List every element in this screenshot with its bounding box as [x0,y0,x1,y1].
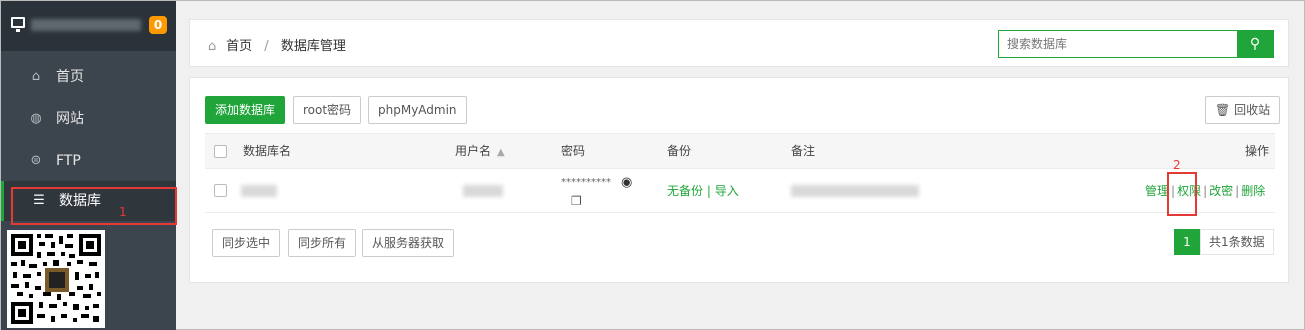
sidebar-item-label: 网站 [56,111,84,127]
row-operations: 管理 | 权限 | 改密 | 删除 [1145,184,1266,198]
page-number[interactable]: 1 [1174,229,1200,255]
sidebar-item-home[interactable]: ⌂ 首页 [1,57,176,97]
sidebar: 0 ⌂ 首页 ◍ 网站 ⊜ FTP ☰ 数据库 1 [1,1,177,330]
eye-icon[interactable]: ◉ [621,173,632,193]
copy-icon[interactable]: ❐ [571,191,582,211]
manage-link[interactable]: 管理 [1145,184,1169,198]
database-panel: 添加数据库 root密码 phpMyAdmin 🗑 回收站 数据库名 用户名 ▲ … [189,77,1289,283]
highlight-box-2 [1167,172,1197,216]
import-link[interactable]: 导入 [715,184,739,198]
sync-selected-button[interactable]: 同步选中 [212,229,281,257]
annotation-1: 1 [119,205,127,219]
search-box: ⚲ [998,30,1274,58]
notification-badge[interactable]: 0 [149,16,167,34]
sidebar-header: 0 [1,1,176,51]
select-all-checkbox[interactable] [214,145,227,158]
search-button[interactable]: ⚲ [1237,31,1273,57]
change-password-link[interactable]: 改密 [1209,184,1233,198]
annotation-2: 2 [1173,158,1181,172]
sync-all-button[interactable]: 同步所有 [288,229,357,257]
db-name-blurred[interactable] [241,185,277,197]
breadcrumb-separator: / [264,39,269,54]
separator: | [706,184,711,198]
ftp-icon: ⊜ [30,153,42,168]
sort-asc-icon[interactable]: ▲ [497,147,505,158]
server-name-blurred [31,19,141,31]
table-row: ********** ◉ ❐ 无备份 | 导入 管理 | 权限 | 改密 | 删除 [205,169,1275,213]
delete-link[interactable]: 删除 [1241,184,1265,198]
col-header-user-label: 用户名 [455,144,492,158]
row-checkbox[interactable] [214,184,227,197]
home-icon: ⌂ [208,39,217,54]
monitor-icon [11,17,25,32]
password-masked: ********** [561,177,611,188]
breadcrumb: ⌂ 首页 / 数据库管理 [208,35,346,54]
recycle-bin-label: 回收站 [1234,103,1271,117]
home-icon: ⌂ [31,69,41,84]
qr-code-image [7,230,105,328]
col-header-note: 备注 [791,144,816,158]
col-header-user[interactable]: 用户名 ▲ [455,134,505,170]
add-database-button[interactable]: 添加数据库 [205,96,286,124]
phpmyadmin-button[interactable]: phpMyAdmin [368,96,467,124]
search-icon: ⚲ [1249,36,1261,52]
backup-cell: 无备份 | 导入 [667,169,739,213]
trash-icon: 🗑 [1215,103,1231,117]
col-header-name: 数据库名 [243,144,292,158]
col-header-backup: 备份 [667,144,692,158]
search-input[interactable] [999,31,1239,57]
col-header-ops: 操作 [1245,144,1270,158]
total-count: 共1条数据 [1200,229,1274,255]
fetch-from-server-button[interactable]: 从服务器获取 [362,229,455,257]
note-blurred[interactable] [791,185,919,197]
table-header: 数据库名 用户名 ▲ 密码 备份 备注 操作 [205,133,1275,169]
header-panel: ⌂ 首页 / 数据库管理 ⚲ [189,19,1289,67]
sidebar-item-website[interactable]: ◍ 网站 [1,99,176,139]
col-header-password: 密码 [561,144,586,158]
globe-icon: ◍ [30,111,42,126]
sidebar-item-label: FTP [56,153,81,169]
breadcrumb-current: 数据库管理 [280,39,346,54]
sidebar-item-ftp[interactable]: ⊜ FTP [1,141,176,181]
recycle-bin-button[interactable]: 🗑 回收站 [1205,96,1281,124]
sidebar-item-label: 首页 [56,69,84,85]
no-backup-link[interactable]: 无备份 [667,184,703,198]
username-blurred [463,185,503,197]
app-window: 0 ⌂ 首页 ◍ 网站 ⊜ FTP ☰ 数据库 1 ⌂ 首页 / 数据库管理 搜… [0,0,1305,330]
root-password-button[interactable]: root密码 [293,96,362,124]
highlight-box-1 [11,187,177,225]
breadcrumb-home[interactable]: 首页 [226,39,252,54]
